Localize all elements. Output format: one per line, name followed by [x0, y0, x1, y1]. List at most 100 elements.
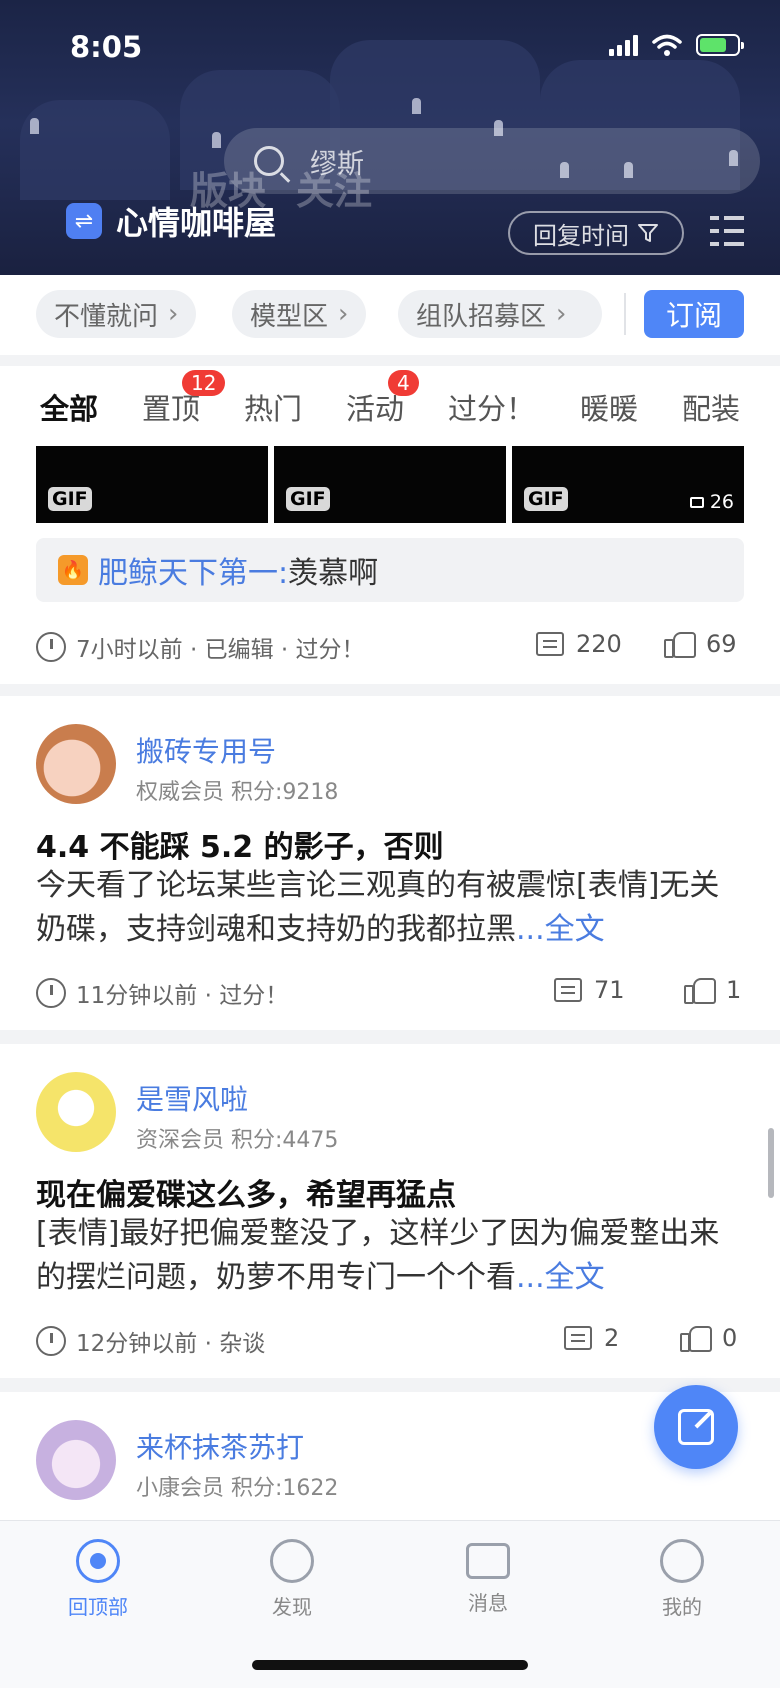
tab-label: 活动: [346, 392, 405, 426]
image-count: 26: [689, 491, 734, 513]
tab-all[interactable]: 全部: [40, 386, 98, 428]
subforum-label: 组队招募区: [416, 301, 547, 332]
chevron-right-icon: ›: [338, 299, 349, 329]
like-count-value: 1: [726, 976, 742, 1004]
search-bar[interactable]: 缪斯: [224, 128, 760, 194]
back-to-top-icon: [76, 1539, 120, 1583]
author-rank: 权威会员 积分:9218: [136, 780, 339, 805]
switch-forum-icon: ⇌: [66, 203, 102, 239]
clock-icon: [36, 1326, 66, 1356]
subscribe-button[interactable]: 订阅: [644, 290, 744, 338]
post-excerpt-text: [表情]最好把偏爱整没了，这样少了因为偏爱整出来的摆烂问题，奶萝不用专门一个个看: [36, 1216, 720, 1295]
scrollbar[interactable]: [768, 1128, 774, 1198]
nav-label: 我的: [662, 1595, 702, 1619]
like-count[interactable]: 69: [664, 630, 737, 658]
mail-icon: [466, 1543, 510, 1579]
edit-icon: [678, 1409, 714, 1445]
layout-toggle-icon[interactable]: [710, 216, 744, 246]
comment-count[interactable]: 71: [554, 976, 625, 1004]
category-tabs: 全部 置顶 12 热门 活动 4 过分！ 暖暖 配装: [0, 366, 780, 446]
chevron-right-icon: ›: [168, 299, 179, 329]
post-card[interactable]: 是雪风啦 资深会员 积分:4475 现在偏爱碟这么多，希望再猛点 [表情]最好把…: [0, 1044, 780, 1378]
hot-reply[interactable]: 🔥 肥鲸天下第一: 羡慕啊: [36, 538, 744, 602]
tab-pinned[interactable]: 置顶 12: [142, 370, 226, 428]
avatar[interactable]: [36, 1072, 116, 1152]
comment-count-value: 2: [604, 1324, 620, 1352]
subforum-bar: 不懂就问 › 模型区 › 组队招募区 › 订阅: [0, 275, 780, 355]
clock-icon: [36, 978, 66, 1008]
hot-reply-text: 羡慕啊: [288, 556, 379, 591]
tab-events[interactable]: 活动 4: [346, 370, 419, 428]
wifi-icon: [652, 34, 682, 56]
tab-nuannuan[interactable]: 暖暖: [580, 386, 638, 428]
tab-gear[interactable]: 配装: [682, 386, 740, 428]
thumbs-up-icon: [684, 976, 716, 1004]
sort-button[interactable]: 回复时间: [508, 211, 684, 255]
comment-count[interactable]: 220: [536, 630, 622, 658]
divider: [624, 293, 626, 335]
search-placeholder: 缪斯: [310, 148, 364, 180]
like-count[interactable]: 1: [684, 976, 741, 1004]
post-excerpt: 今天看了论坛某些言论三观真的有被震惊[表情]无关奶碟，支持剑魂和支持奶的我都拉黑…: [36, 864, 748, 952]
comment-icon: [554, 978, 582, 1002]
like-count[interactable]: 0: [680, 1324, 737, 1352]
post-image[interactable]: GIF 26: [512, 446, 744, 523]
gif-badge: GIF: [286, 487, 330, 511]
tab-excessive[interactable]: 过分！: [448, 386, 535, 428]
read-more-link[interactable]: ...全文: [516, 1260, 605, 1295]
subforum-label: 不懂就问: [54, 301, 159, 332]
nav-discover[interactable]: 发现: [232, 1539, 352, 1620]
post-image[interactable]: GIF: [36, 446, 268, 523]
post-author[interactable]: 搬砖专用号: [136, 730, 276, 770]
post-meta: 12分钟以前 · 杂谈: [36, 1324, 265, 1358]
post-card[interactable]: 搬砖专用号 权威会员 积分:9218 4.4 不能踩 5.2 的影子，否则 今天…: [0, 696, 780, 1030]
hot-reply-user: 肥鲸天下第一:: [98, 556, 289, 591]
tab-label: 置顶: [142, 392, 201, 426]
sort-label: 回复时间: [533, 221, 629, 250]
post-image[interactable]: GIF: [274, 446, 506, 523]
nav-profile[interactable]: 我的: [622, 1539, 742, 1620]
count-badge: 4: [388, 370, 419, 396]
image-count-value: 26: [709, 491, 734, 513]
subforum-chip[interactable]: 不懂就问 ›: [36, 290, 197, 338]
post-meta-text: 7小时以前 · 已编辑 · 过分！: [76, 637, 365, 663]
discover-icon: [270, 1539, 314, 1583]
nav-back-to-top[interactable]: 回顶部: [38, 1539, 158, 1620]
comment-icon: [536, 632, 564, 656]
subforum-chip[interactable]: 模型区 ›: [232, 290, 367, 338]
forum-switcher[interactable]: ⇌ 心情咖啡屋: [66, 198, 276, 244]
thumbs-up-icon: [680, 1324, 712, 1352]
post-title: 现在偏爱碟这么多，希望再猛点: [36, 1178, 456, 1213]
post-meta-text: 12分钟以前 · 杂谈: [76, 1331, 266, 1357]
read-more-link[interactable]: ...全文: [516, 912, 605, 947]
author-rank: 资深会员 积分:4475: [136, 1128, 339, 1153]
post-excerpt: [表情]最好把偏爱整没了，这样少了因为偏爱整出来的摆烂问题，奶萝不用专门一个个看…: [36, 1212, 748, 1300]
forum-name: 心情咖啡屋: [116, 204, 277, 242]
image-icon: [689, 496, 704, 508]
new-post-button[interactable]: [654, 1385, 738, 1469]
signal-icon: [609, 34, 638, 56]
nav-messages[interactable]: 消息: [428, 1539, 548, 1616]
subforum-chip[interactable]: 组队招募区 ›: [398, 290, 602, 338]
gif-badge: GIF: [524, 487, 568, 511]
battery-icon: [696, 34, 744, 56]
post-author[interactable]: 来杯抹茶苏打: [136, 1426, 304, 1466]
tab-hot[interactable]: 热门: [244, 386, 302, 428]
nav-label: 消息: [468, 1591, 508, 1615]
avatar[interactable]: [36, 1420, 116, 1500]
tab-label: 热门: [244, 392, 303, 426]
tab-label: 配装: [682, 392, 741, 426]
like-count-value: 0: [722, 1324, 738, 1352]
gif-badge: GIF: [48, 487, 92, 511]
comment-count[interactable]: 2: [564, 1324, 619, 1352]
forum-header: 8:05 版块 关注 缪斯 ⇌ 心情咖啡屋 回复时间: [0, 0, 780, 275]
post-title: 4.4 不能踩 5.2 的影子，否则: [36, 830, 444, 865]
chevron-right-icon: ›: [556, 299, 567, 329]
like-count-value: 69: [706, 630, 737, 658]
comment-count-value: 220: [576, 630, 622, 658]
subforum-label: 模型区: [250, 301, 329, 332]
count-badge: 12: [182, 370, 226, 396]
post-card[interactable]: GIF GIF GIF 26 🔥 肥鲸天下第一: 羡慕啊 7小时以前 · 已编辑…: [0, 446, 780, 684]
post-author[interactable]: 是雪风啦: [136, 1078, 248, 1118]
avatar[interactable]: [36, 724, 116, 804]
